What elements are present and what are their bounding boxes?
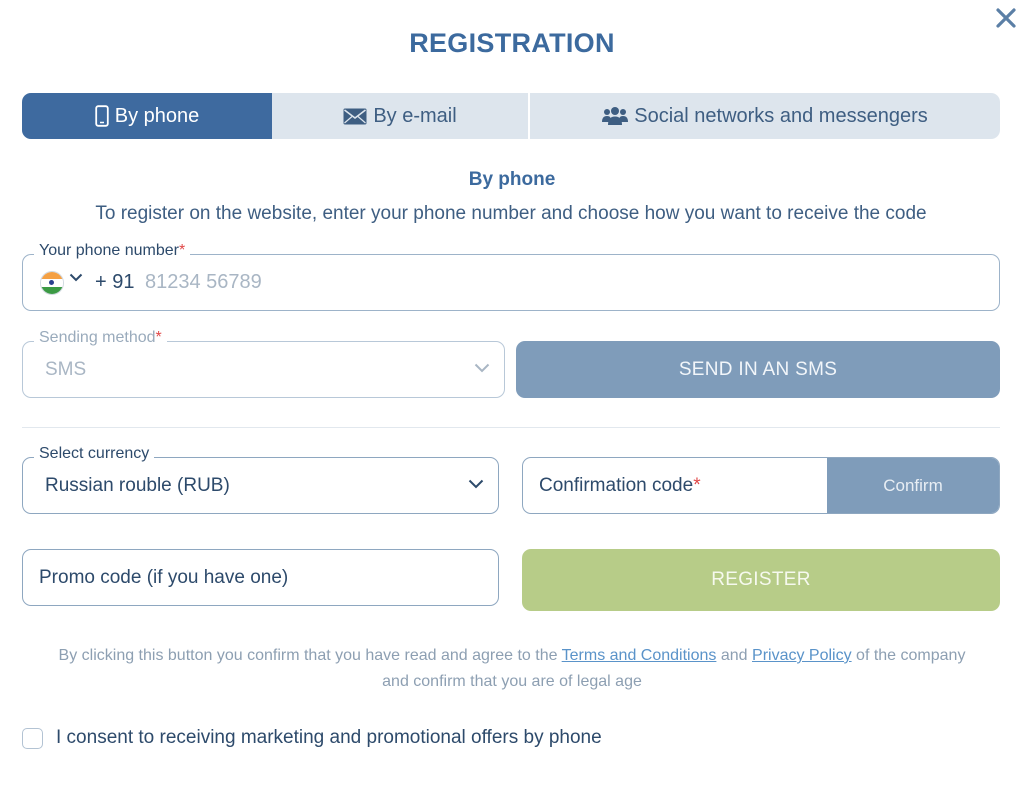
promo-code-placeholder: Promo code (if you have one) (39, 567, 289, 588)
confirmation-code-input[interactable]: Confirmation code * (523, 458, 827, 513)
privacy-policy-link[interactable]: Privacy Policy (752, 647, 852, 664)
promo-code-field[interactable]: Promo code (if you have one) (22, 549, 499, 606)
sending-method-label: Sending method* (34, 329, 167, 347)
users-icon (602, 107, 629, 125)
consent-label: I consent to receiving marketing and pro… (56, 727, 602, 748)
sending-method-select[interactable]: Sending method* SMS (22, 329, 505, 398)
required-mark: * (155, 329, 162, 346)
confirm-button[interactable]: Confirm (827, 458, 999, 513)
close-icon (996, 8, 1016, 28)
phone-number-label: Your phone number* (34, 242, 191, 260)
sending-method-value: SMS (45, 359, 87, 380)
confirmation-code-field: Confirmation code * Confirm (522, 457, 1000, 514)
marketing-consent[interactable]: I consent to receiving marketing and pro… (22, 727, 602, 749)
phone-number-input[interactable] (145, 267, 845, 297)
chevron-down-icon (474, 363, 490, 373)
consent-checkbox[interactable] (22, 727, 43, 749)
india-flag-icon[interactable] (40, 271, 64, 295)
required-mark: * (693, 474, 701, 496)
phone-icon (95, 105, 109, 127)
tab-label: By phone (114, 104, 200, 127)
divider (22, 427, 1000, 428)
legal-notice: By clicking this button you confirm that… (58, 647, 966, 690)
envelope-icon (343, 108, 367, 124)
dialog-title: REGISTRATION (409, 28, 615, 58)
section-description: To register on the website, enter your p… (95, 203, 927, 224)
phone-number-field: Your phone number* + 91 (22, 242, 1000, 311)
tab-by-phone[interactable]: By phone (22, 93, 272, 139)
tab-label: By e-mail (373, 104, 457, 127)
tab-by-email[interactable]: By e-mail (272, 93, 530, 139)
chevron-down-icon (468, 479, 484, 489)
dial-code: + 91 (95, 271, 135, 293)
currency-value: Russian rouble (RUB) (45, 475, 230, 496)
section-title: By phone (468, 169, 556, 190)
terms-link[interactable]: Terms and Conditions (562, 647, 717, 664)
currency-label: Select currency (34, 445, 155, 463)
tab-label: Social networks and messengers (634, 104, 928, 127)
register-button[interactable]: REGISTER (522, 549, 1000, 611)
required-mark: * (178, 242, 186, 259)
send-sms-button[interactable]: SEND IN AN SMS (516, 341, 1000, 398)
chevron-down-icon[interactable] (69, 273, 83, 282)
registration-tabs: By phone By e-mail Social networks and m… (22, 93, 1000, 139)
tab-social-networks[interactable]: Social networks and messengers (530, 93, 1000, 139)
currency-select[interactable]: Select currency Russian rouble (RUB) (22, 445, 499, 514)
